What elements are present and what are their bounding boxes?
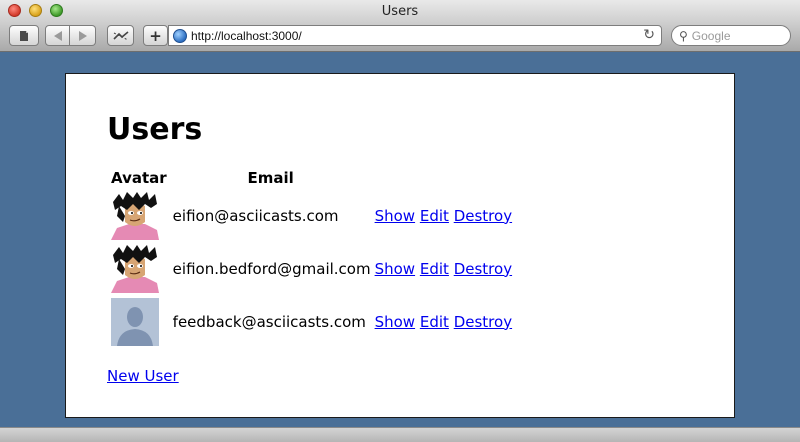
minimize-window-button[interactable] bbox=[29, 4, 42, 17]
url-text[interactable]: http://localhost:3000/ bbox=[191, 29, 302, 43]
edit-link[interactable]: Edit bbox=[420, 260, 449, 278]
avatar-cell bbox=[109, 243, 169, 294]
globe-icon bbox=[173, 28, 187, 43]
status-bar bbox=[0, 427, 800, 442]
snapback-button[interactable] bbox=[107, 25, 134, 46]
show-link[interactable]: Show bbox=[375, 207, 415, 225]
close-window-button[interactable] bbox=[8, 4, 21, 17]
search-placeholder: Google bbox=[691, 28, 731, 43]
table-row: eifion@asciicasts.com Show Edit Destroy bbox=[109, 190, 514, 241]
add-bookmark-button[interactable]: + bbox=[143, 25, 168, 46]
edit-link[interactable]: Edit bbox=[420, 313, 449, 331]
zoom-window-button[interactable] bbox=[50, 4, 63, 17]
forward-arrow-icon bbox=[78, 30, 87, 41]
new-user-link[interactable]: New User bbox=[107, 367, 179, 385]
page-title: Users bbox=[107, 112, 203, 147]
plus-icon: + bbox=[149, 26, 162, 45]
avatar-cell bbox=[109, 190, 169, 241]
window-title: Users bbox=[381, 4, 419, 19]
evernote-icon bbox=[20, 30, 28, 41]
cartoon-avatar-icon bbox=[111, 244, 159, 293]
actions-cell: Show Edit Destroy bbox=[373, 243, 514, 294]
users-table: Avatar Email eifion@asciicasts.com Show … bbox=[107, 166, 516, 349]
cartoon-avatar-icon bbox=[111, 191, 159, 240]
table-row: feedback@asciicasts.com Show Edit Destro… bbox=[109, 296, 514, 347]
reload-icon[interactable]: ↻ bbox=[643, 27, 655, 43]
back-button[interactable] bbox=[45, 25, 70, 46]
email-cell: eifion@asciicasts.com bbox=[172, 206, 339, 225]
show-link[interactable]: Show bbox=[375, 313, 415, 331]
destroy-link[interactable]: Destroy bbox=[454, 260, 512, 278]
page-content: Users Avatar Email eifion@asciicasts.com… bbox=[65, 73, 735, 418]
address-bar[interactable]: http://localhost:3000/ ↻ bbox=[168, 25, 662, 46]
actions-cell: Show Edit Destroy bbox=[373, 296, 514, 347]
snapback-icon bbox=[112, 30, 129, 40]
destroy-link[interactable]: Destroy bbox=[454, 207, 512, 225]
back-arrow-icon bbox=[53, 30, 62, 41]
email-cell: feedback@asciicasts.com bbox=[172, 312, 366, 331]
default-avatar-icon bbox=[111, 297, 159, 346]
search-icon: ⚲ bbox=[679, 28, 688, 43]
email-cell: eifion.bedford@gmail.com bbox=[172, 259, 371, 278]
show-link[interactable]: Show bbox=[375, 260, 415, 278]
destroy-link[interactable]: Destroy bbox=[454, 313, 512, 331]
column-header-avatar: Avatar bbox=[111, 169, 167, 187]
column-header-email: Email bbox=[247, 169, 294, 187]
avatar-cell bbox=[109, 296, 169, 347]
evernote-button[interactable] bbox=[9, 25, 39, 46]
title-bar: Users bbox=[0, 0, 800, 22]
edit-link[interactable]: Edit bbox=[420, 207, 449, 225]
browser-toolbar: + http://localhost:3000/ ↻ ⚲ Google bbox=[0, 22, 800, 52]
forward-button[interactable] bbox=[70, 25, 96, 46]
table-header-row: Avatar Email bbox=[109, 168, 514, 188]
search-field[interactable]: ⚲ Google bbox=[671, 25, 791, 46]
actions-cell: Show Edit Destroy bbox=[373, 190, 514, 241]
table-row: eifion.bedford@gmail.com Show Edit Destr… bbox=[109, 243, 514, 294]
